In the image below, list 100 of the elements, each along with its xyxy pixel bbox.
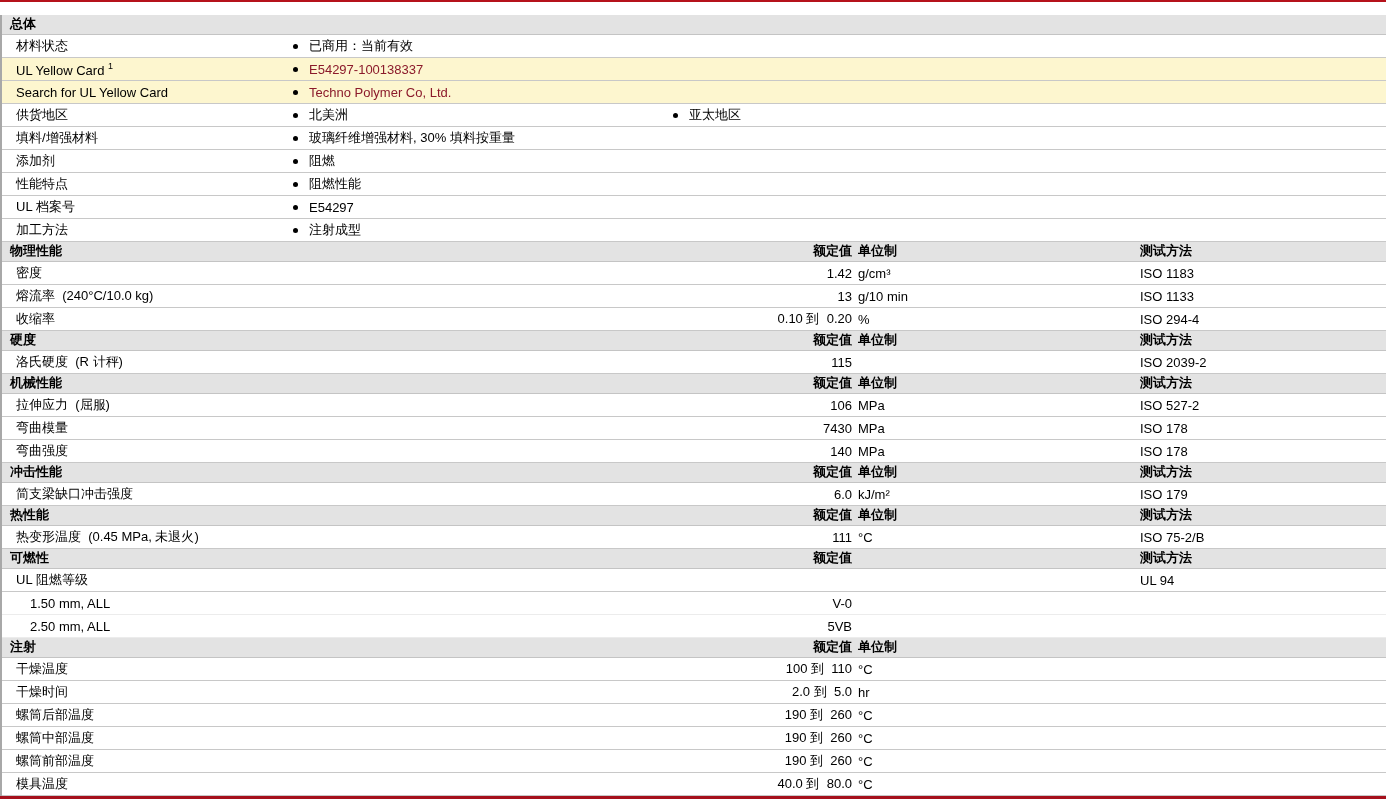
bullet-icon [293,158,298,164]
property-value: 0.10 到 0.20 [777,310,852,328]
test-method: ISO 179 [1139,486,1188,502]
property-label: 性能特点 [15,175,69,193]
property-value: 北美洲 [309,106,348,124]
unit-label: °C [857,776,873,792]
column-header: 测试方法 [1139,375,1192,392]
column-header: 额定值 [813,507,852,524]
bullet-icon [293,89,298,95]
property-value: 140 [830,443,852,459]
property-label: 密度 [15,264,43,282]
column-header: 单位制 [857,243,897,260]
bullet-icon [293,227,298,233]
property-value: 40.0 到 80.0 [777,775,852,793]
property-label: 模具温度 [15,775,69,793]
column-header: 额定值 [813,464,852,481]
column-header: 单位制 [857,507,897,524]
unit-label: g/10 min [857,288,908,304]
section-title: 冲击性能 [9,464,63,481]
property-label: 简支梁缺口冲击强度 [15,485,134,503]
test-method: ISO 1133 [1139,288,1194,304]
property-label: UL 阻燃等级 [15,571,89,589]
property-label: 材料状态 [15,37,69,55]
column-header: 额定值 [813,639,852,656]
section-title: 总体 [8,16,37,33]
property-value: 1.42 [826,265,852,281]
section-title: 注射 [9,639,37,656]
property-label: UL Yellow Card $^{1}$ [15,60,115,78]
property-value: 115 [831,354,852,370]
test-method: ISO 1183 [1139,265,1194,281]
test-method: UL 94 [1139,572,1175,588]
column-header: 额定值 [813,332,852,349]
property-label: 拉伸应力 (屈服) [15,396,111,414]
property-label: 收缩率 [15,310,56,328]
test-method: ISO 178 [1139,420,1188,436]
section-title: 物理性能 [9,243,63,260]
property-label: 干燥时间 [15,683,69,701]
property-label: 弯曲强度 [15,442,69,460]
unit-label: °C [857,529,873,545]
property-label: 添加剂 [15,152,56,170]
property-label: 2.50 mm, ALL [29,618,112,634]
unit-label: MPa [857,397,885,413]
property-label: 弯曲模量 [15,419,69,437]
property-value: E54297 [309,199,354,215]
property-value: 13 [837,288,852,304]
column-header: 额定值 [813,243,852,260]
test-method: ISO 294-4 [1139,311,1200,327]
column-header: 测试方法 [1139,507,1192,524]
property-value: 106 [830,397,852,413]
property-label: 供货地区 [15,106,69,124]
bullet-icon [293,181,298,187]
property-value: 已商用：当前有效 [309,37,413,55]
property-value: 6.0 [833,486,852,502]
unit-label: °C [857,730,873,746]
property-label: 热变形温度 (0.45 MPa, 未退火) [15,528,200,546]
property-label: 螺筒后部温度 [15,706,95,724]
property-label: 螺筒前部温度 [15,752,95,770]
section-title: 热性能 [9,507,50,524]
unit-label: kJ/m² [857,486,890,502]
property-value: 100 到 110 [785,660,852,678]
unit-label: hr [857,684,870,700]
column-header: 测试方法 [1139,243,1192,260]
property-label: 加工方法 [15,221,69,239]
test-method: ISO 178 [1139,443,1188,459]
section-title: 可燃性 [9,550,50,567]
test-method: ISO 75-2/B [1139,529,1205,545]
column-header: 测试方法 [1139,464,1192,481]
property-label: 干燥温度 [15,660,69,678]
property-value: 5VB [827,618,852,634]
column-header: 额定值 [813,375,852,392]
column-header: 单位制 [857,464,897,481]
section-title: 机械性能 [8,375,63,392]
bullet-icon [293,66,298,72]
unit-label: g/cm³ [857,265,891,281]
bullet-icon [293,135,298,141]
property-value: 玻璃纤维增强材料, 30% 填料按重量 [309,129,515,147]
unit-label: °C [857,753,873,769]
column-header: 单位制 [857,332,897,349]
property-label: 填料/增强材料 [15,129,99,147]
property-label: Search for UL Yellow Card [15,84,169,100]
property-label: 洛氏硬度 (R 计秤) [15,353,124,371]
bullet-icon [673,112,678,118]
unit-label: % [857,311,870,327]
link[interactable]: Techno Polymer Co, Ltd. [309,84,452,100]
property-value: 注射成型 [309,221,361,239]
property-value: 2.0 到 5.0 [792,683,852,701]
unit-label: °C [857,661,873,677]
property-value: 190 到 260 [784,729,852,747]
unit-label: MPa [857,443,885,459]
section-title: 硬度 [9,332,37,349]
property-value: 190 到 260 [784,752,852,770]
link[interactable]: E54297-100138337 [309,61,424,77]
column-header: 测试方法 [1139,332,1192,349]
bullet-icon [293,204,298,210]
property-value: 7430 [823,420,852,436]
bullet-icon [293,112,298,118]
test-method: ISO 2039-2 [1139,354,1207,370]
bullet-icon [293,43,298,49]
property-value: 阻燃 [309,152,335,170]
property-value: 亚太地区 [689,106,741,124]
